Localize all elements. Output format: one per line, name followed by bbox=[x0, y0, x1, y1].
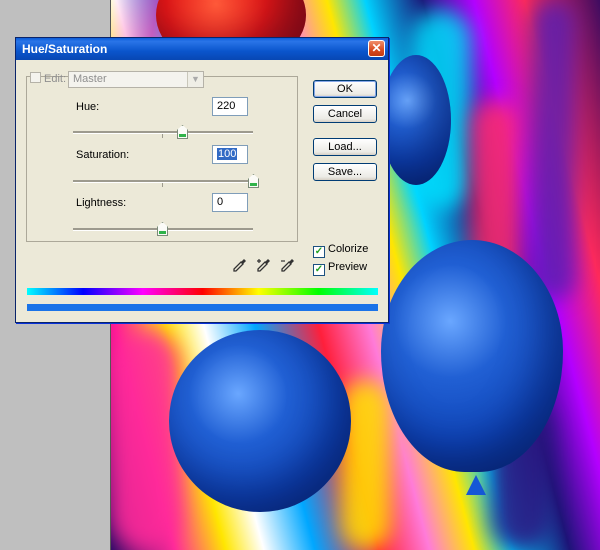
saturation-slider-track[interactable] bbox=[73, 180, 253, 183]
hue-slider-tick bbox=[162, 134, 163, 138]
adjustment-group bbox=[26, 76, 298, 242]
colorize-label: Colorize bbox=[328, 243, 369, 255]
saturation-label: Saturation: bbox=[76, 149, 130, 161]
saturation-value: 100 bbox=[217, 148, 238, 160]
dialog-titlebar[interactable]: Hue/Saturation ✕ bbox=[16, 38, 388, 60]
colorize-checkbox[interactable]: ✓ Colorize bbox=[313, 243, 368, 258]
input-spectrum-bar bbox=[27, 288, 378, 295]
saturation-input[interactable]: 100 bbox=[212, 145, 248, 164]
hue-input[interactable]: 220 bbox=[212, 97, 248, 116]
blue-balloon-top bbox=[381, 55, 451, 185]
lightness-value: 0 bbox=[217, 196, 224, 208]
checkmark-icon: ✓ bbox=[313, 264, 325, 276]
hue-slider-track[interactable] bbox=[73, 131, 253, 134]
cancel-button[interactable]: Cancel bbox=[313, 105, 377, 123]
lightness-label: Lightness: bbox=[76, 197, 127, 209]
checkmark-icon: ✓ bbox=[313, 246, 325, 258]
eyedropper-minus-icon[interactable] bbox=[280, 257, 296, 273]
edit-checkbox bbox=[30, 72, 41, 83]
close-button[interactable]: ✕ bbox=[368, 40, 385, 57]
chevron-down-icon: ▼ bbox=[187, 72, 203, 87]
output-color-bar bbox=[27, 304, 378, 311]
dialog-title: Hue/Saturation bbox=[22, 42, 108, 56]
preview-label: Preview bbox=[328, 261, 368, 273]
edit-label: Edit: bbox=[44, 73, 67, 85]
save-button[interactable]: Save... bbox=[313, 163, 377, 181]
hue-value: 220 bbox=[217, 100, 236, 112]
preview-checkbox[interactable]: ✓ Preview bbox=[313, 261, 367, 276]
close-icon: ✕ bbox=[371, 41, 382, 55]
eyedropper-plus-icon[interactable] bbox=[256, 257, 272, 273]
blue-balloon-left bbox=[169, 330, 351, 512]
edit-row: Edit: bbox=[30, 72, 66, 85]
edit-channel-select: Master ▼ bbox=[68, 71, 204, 88]
saturation-slider-tick bbox=[162, 183, 163, 187]
blue-balloon-right bbox=[381, 240, 563, 472]
edit-channel-value: Master bbox=[73, 73, 107, 85]
hue-label: Hue: bbox=[76, 101, 100, 113]
hue-saturation-dialog: Hue/Saturation ✕ Edit: Master ▼ Hue: 220… bbox=[15, 37, 389, 323]
eyedropper-icon[interactable] bbox=[232, 257, 248, 273]
balloon-knot bbox=[466, 475, 486, 495]
load-button[interactable]: Load... bbox=[313, 138, 377, 156]
ok-button[interactable]: OK bbox=[313, 80, 377, 98]
lightness-input[interactable]: 0 bbox=[212, 193, 248, 212]
